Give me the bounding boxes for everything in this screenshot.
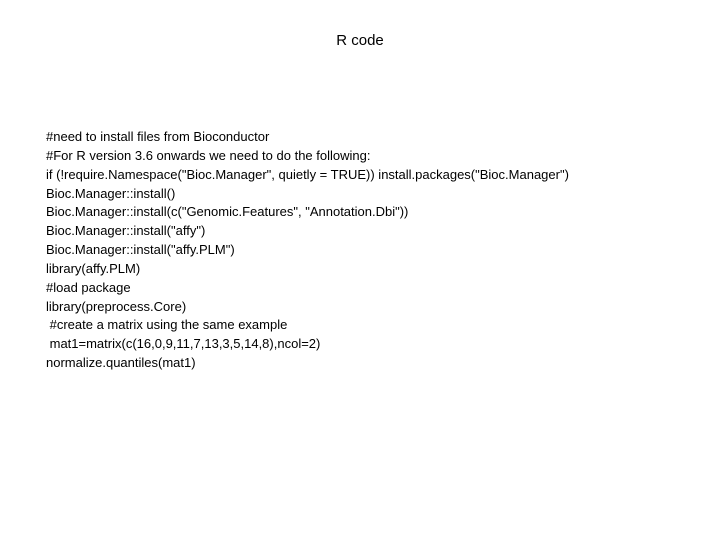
code-block: #need to install files from Bioconductor… bbox=[46, 128, 569, 373]
code-line: Bioc.Manager::install("affy.PLM") bbox=[46, 241, 569, 260]
code-line: library(affy.PLM) bbox=[46, 260, 569, 279]
code-line: #create a matrix using the same example bbox=[46, 316, 569, 335]
code-line: Bioc.Manager::install("affy") bbox=[46, 222, 569, 241]
code-line: #load package bbox=[46, 279, 569, 298]
code-line: #need to install files from Bioconductor bbox=[46, 128, 569, 147]
code-line: if (!require.Namespace("Bioc.Manager", q… bbox=[46, 166, 569, 185]
page-title: R code bbox=[0, 32, 720, 49]
code-line: Bioc.Manager::install(c("Genomic.Feature… bbox=[46, 203, 569, 222]
code-line: #For R version 3.6 onwards we need to do… bbox=[46, 147, 569, 166]
code-line: Bioc.Manager::install() bbox=[46, 185, 569, 204]
code-line: normalize.quantiles(mat1) bbox=[46, 354, 569, 373]
code-line: library(preprocess.Core) bbox=[46, 298, 569, 317]
code-line: mat1=matrix(c(16,0,9,11,7,13,3,5,14,8),n… bbox=[46, 335, 569, 354]
